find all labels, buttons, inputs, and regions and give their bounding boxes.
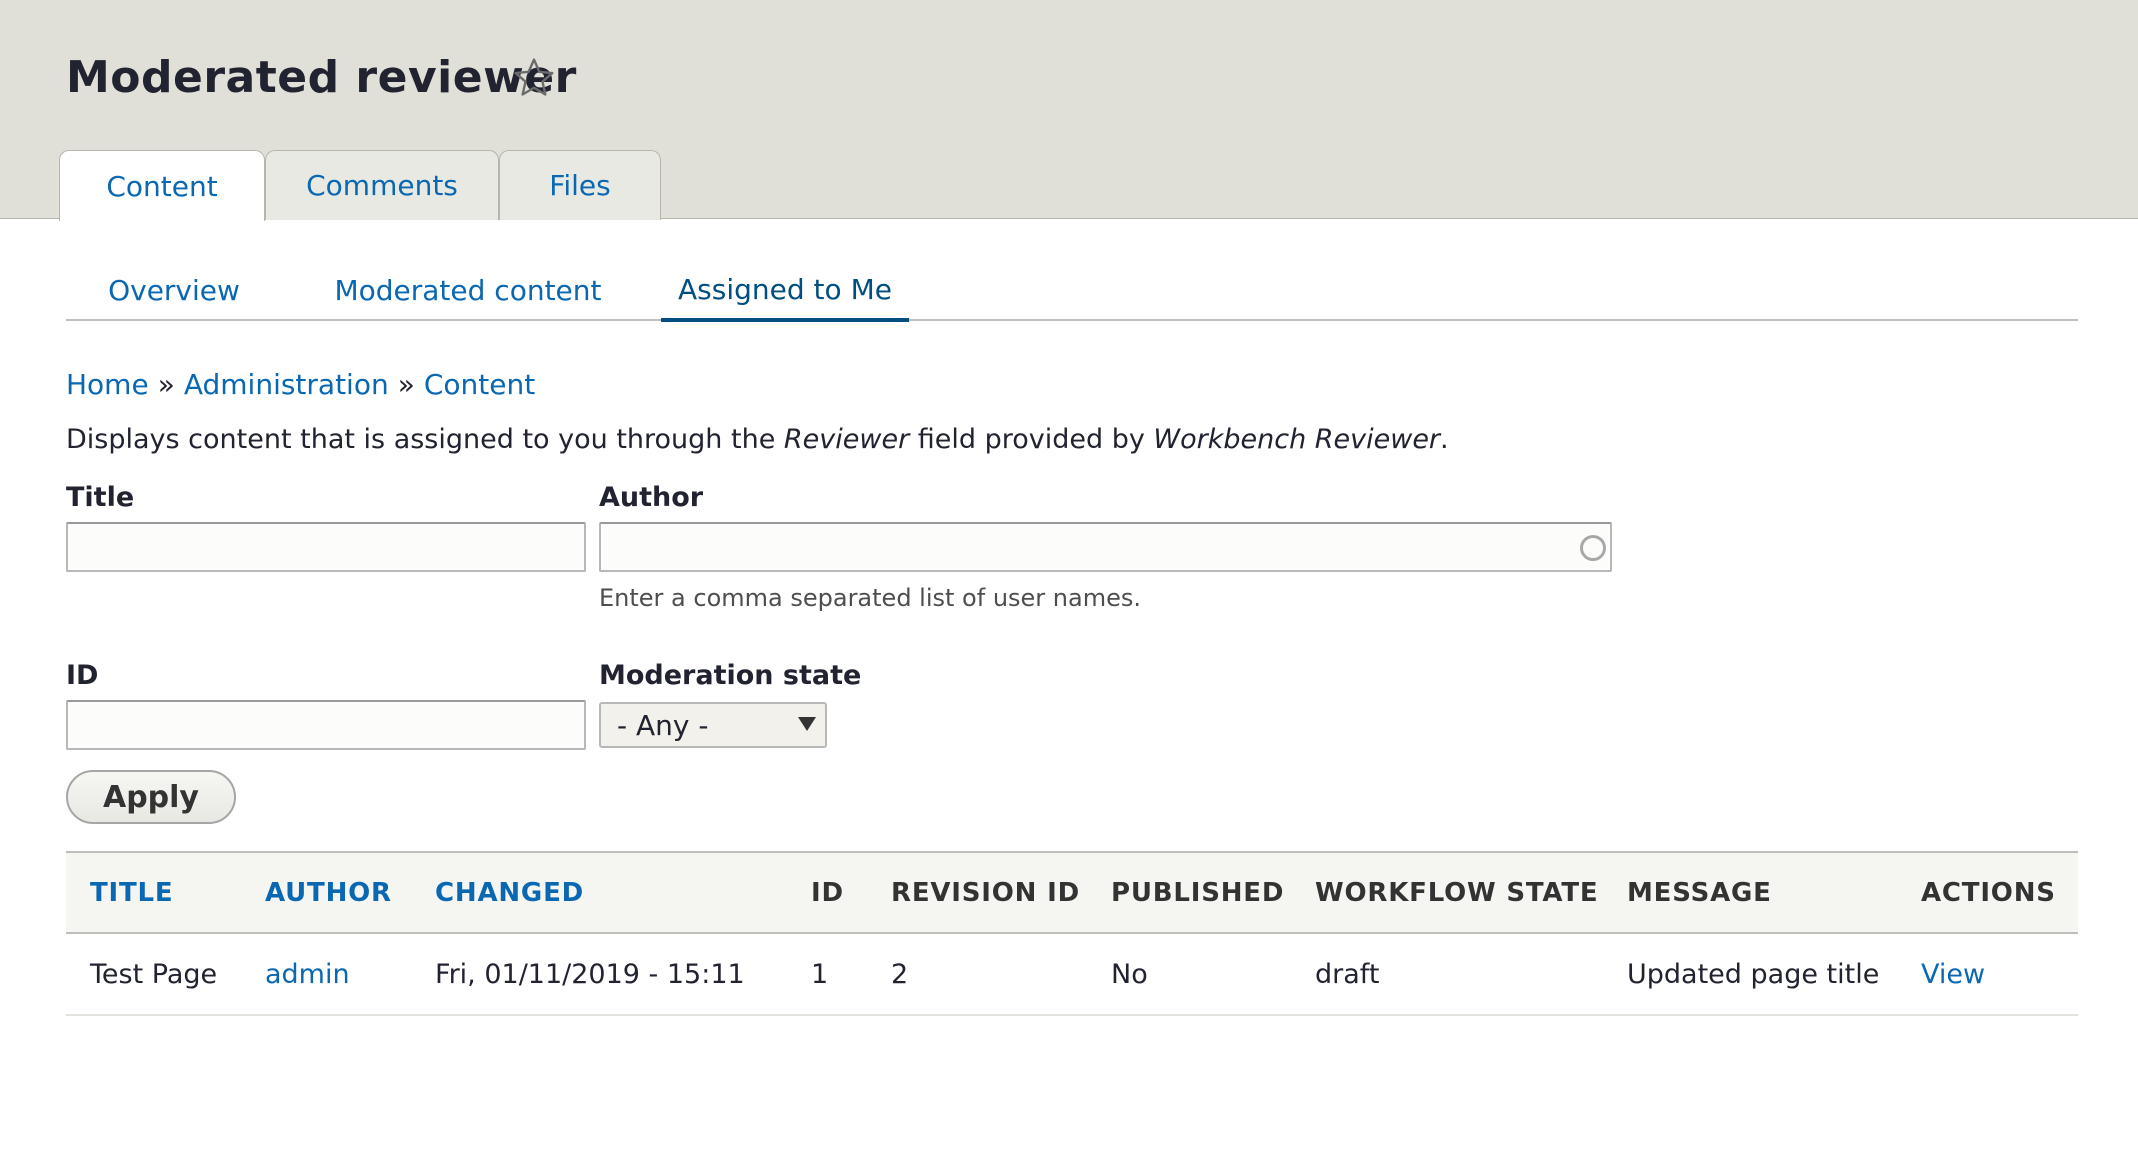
description-workbench-reviewer: Workbench Reviewer [1153,424,1441,455]
view-link[interactable]: View [1921,934,1985,1014]
table-header: TITLE AUTHOR CHANGED ID REVISION ID PUBL… [66,851,2078,934]
cell-author-link[interactable]: admin [265,934,350,1014]
author-label: Author [599,482,704,513]
column-author-header[interactable]: AUTHOR [265,853,392,933]
cell-workflow-state: draft [1315,958,1380,990]
content-table: TITLE AUTHOR CHANGED ID REVISION ID PUBL… [66,851,2078,1016]
column-actions-header: ACTIONS [1921,878,2056,908]
column-message-header: MESSAGE [1627,878,1772,908]
page-description: Displays content that is assigned to you… [66,424,1449,455]
apply-button[interactable]: Apply [66,770,236,824]
column-published-header: PUBLISHED [1111,878,1285,908]
table-row: Test Page admin Fri, 01/11/2019 - 15:11 … [66,934,2078,1016]
moderation-state-label: Moderation state [599,660,862,691]
author-input[interactable] [599,522,1612,572]
cell-id: 1 [811,958,829,990]
autocomplete-icon [1580,535,1606,561]
tab-assigned-to-me[interactable]: Assigned to Me [661,260,909,322]
moderation-state-value: - Any - [617,708,709,742]
breadcrumb-administration[interactable]: Administration [184,368,389,401]
tab-overview[interactable]: Overview [94,260,254,321]
breadcrumb-separator: » [397,368,415,401]
breadcrumb-home[interactable]: Home [66,368,149,401]
description-reviewer: Reviewer [783,424,910,455]
column-revision-id-header: REVISION ID [891,878,1080,908]
tab-moderated-content[interactable]: Moderated content [328,260,608,321]
breadcrumb-separator: » [157,368,175,401]
description-text: field provided by [909,424,1154,455]
tab-files[interactable]: Files [499,150,661,220]
moderation-state-select[interactable]: - Any - [599,702,827,748]
tab-content[interactable]: Content [59,150,265,221]
id-label: ID [66,660,99,691]
tab-comments[interactable]: Comments [265,150,499,220]
star-icon[interactable] [512,56,556,100]
page-header: Moderated reviewer Content Comments File… [0,0,2138,221]
cell-published: No [1111,958,1148,990]
column-id-header: ID [811,878,844,908]
column-changed-header[interactable]: CHANGED [435,853,584,933]
cell-title: Test Page [90,958,218,990]
breadcrumb-content[interactable]: Content [424,368,535,401]
title-label: Title [66,482,135,513]
column-title-header[interactable]: TITLE [90,853,173,933]
secondary-tabs: Overview Moderated content Assigned to M… [66,260,2078,322]
author-help-text: Enter a comma separated list of user nam… [599,584,1141,612]
chevron-down-icon [798,717,816,731]
description-text: . [1440,424,1449,455]
description-text: Displays content that is assigned to you… [66,424,784,455]
page-title: Moderated reviewer [66,52,577,103]
title-input[interactable] [66,522,586,572]
id-input[interactable] [66,700,586,750]
cell-message: Updated page title [1627,958,1880,990]
column-workflow-state-header: WORKFLOW STATE [1315,878,1599,908]
breadcrumb: Home» Administration» Content [66,368,535,401]
cell-revision-id: 2 [891,958,909,990]
cell-changed: Fri, 01/11/2019 - 15:11 [435,958,745,990]
